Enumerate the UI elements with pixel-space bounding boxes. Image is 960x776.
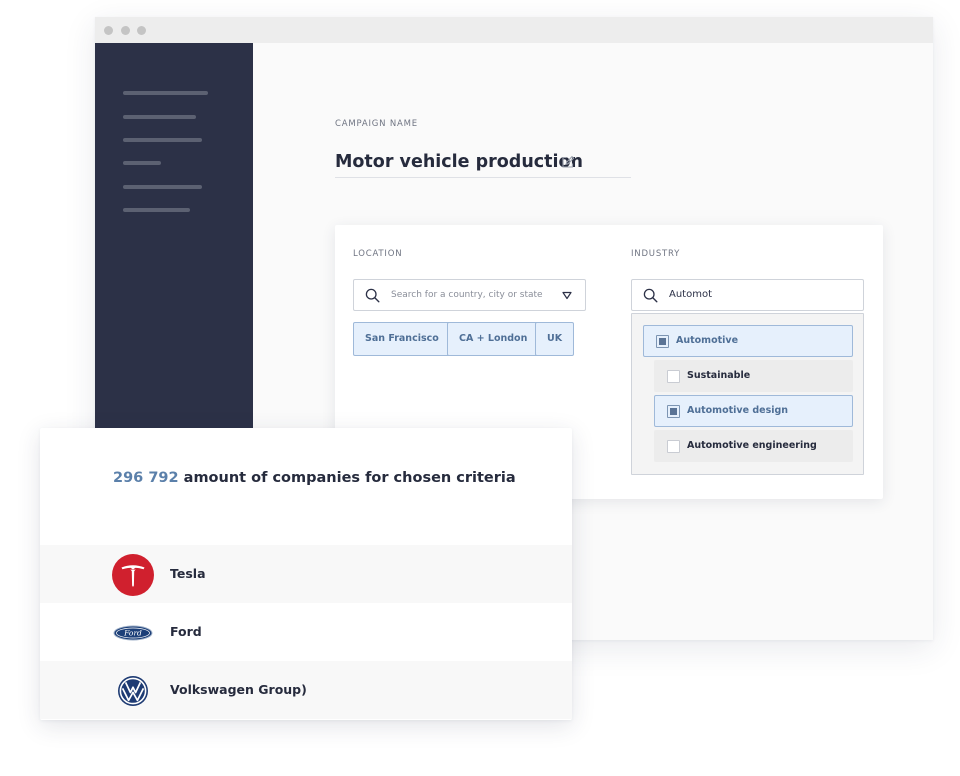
industry-option-label: Automotive engineering (687, 440, 817, 451)
location-search-placeholder: Search for a country, city or state (391, 290, 543, 300)
company-row-ford[interactable]: Ford Ford (40, 603, 572, 661)
industry-option-automotive[interactable]: Automotive (643, 325, 853, 357)
sidebar-item-placeholder[interactable] (123, 138, 202, 142)
industry-option-label: Automotive design (687, 405, 789, 416)
window-titlebar (95, 17, 933, 43)
checkbox-checked[interactable] (667, 405, 680, 418)
edit-icon[interactable] (561, 155, 575, 169)
industry-dropdown: Automotive Sustainable Automotive design… (631, 313, 864, 475)
window-maximize-dot[interactable] (137, 26, 146, 35)
industry-option-automotive-design[interactable]: Automotive design (654, 395, 853, 427)
results-summary: 296 792 amount of companies for chosen c… (113, 470, 516, 486)
location-chip-ca-london[interactable]: CA + London (447, 322, 540, 356)
results-description: amount of companies for chosen criteria (183, 470, 516, 486)
search-icon (643, 288, 658, 303)
industry-option-automotive-engineering[interactable]: Automotive engineering (654, 430, 853, 462)
campaign-name-label: CAMPAIGN NAME (335, 119, 418, 129)
location-chip-uk[interactable]: UK (535, 322, 575, 356)
industry-option-label: Automotive (676, 335, 739, 346)
ford-logo-icon: Ford (113, 625, 153, 641)
location-search-input[interactable]: Search for a country, city or state (353, 279, 586, 311)
sidebar-item-placeholder[interactable] (123, 161, 161, 165)
results-count: 296 792 (113, 470, 179, 486)
industry-label: INDUSTRY (631, 249, 681, 259)
svg-text:Ford: Ford (123, 629, 142, 638)
window-close-dot[interactable] (104, 26, 113, 35)
industry-search-value: Automot (669, 289, 712, 300)
location-label: LOCATION (353, 249, 403, 259)
company-row-tesla[interactable]: Tesla (40, 545, 572, 603)
company-name: Volkswagen Group) (170, 682, 307, 697)
window-minimize-dot[interactable] (121, 26, 130, 35)
sidebar-item-placeholder[interactable] (123, 91, 208, 95)
campaign-name-title: Motor vehicle production (335, 152, 583, 172)
checkbox-unchecked[interactable] (667, 370, 680, 383)
industry-option-label: Sustainable (687, 370, 751, 381)
campaign-name-underline (335, 177, 631, 178)
sidebar-item-placeholder[interactable] (123, 185, 202, 189)
industry-search-input[interactable]: Automot (631, 279, 864, 311)
tesla-logo-icon (112, 554, 154, 596)
chevron-down-icon[interactable] (562, 291, 572, 300)
location-chip-san-francisco[interactable]: San Francisco (353, 322, 451, 356)
checkbox-unchecked[interactable] (667, 440, 680, 453)
search-icon (365, 288, 380, 303)
checkbox-checked[interactable] (656, 335, 669, 348)
company-name: Tesla (170, 566, 206, 581)
company-name: Ford (170, 624, 202, 639)
industry-option-sustainable[interactable]: Sustainable (654, 360, 853, 392)
sidebar-item-placeholder[interactable] (123, 115, 196, 119)
results-card: 296 792 amount of companies for chosen c… (40, 428, 572, 720)
sidebar-item-placeholder[interactable] (123, 208, 190, 212)
volkswagen-logo-icon (118, 676, 148, 706)
company-row-volkswagen[interactable]: Volkswagen Group) (40, 661, 572, 719)
